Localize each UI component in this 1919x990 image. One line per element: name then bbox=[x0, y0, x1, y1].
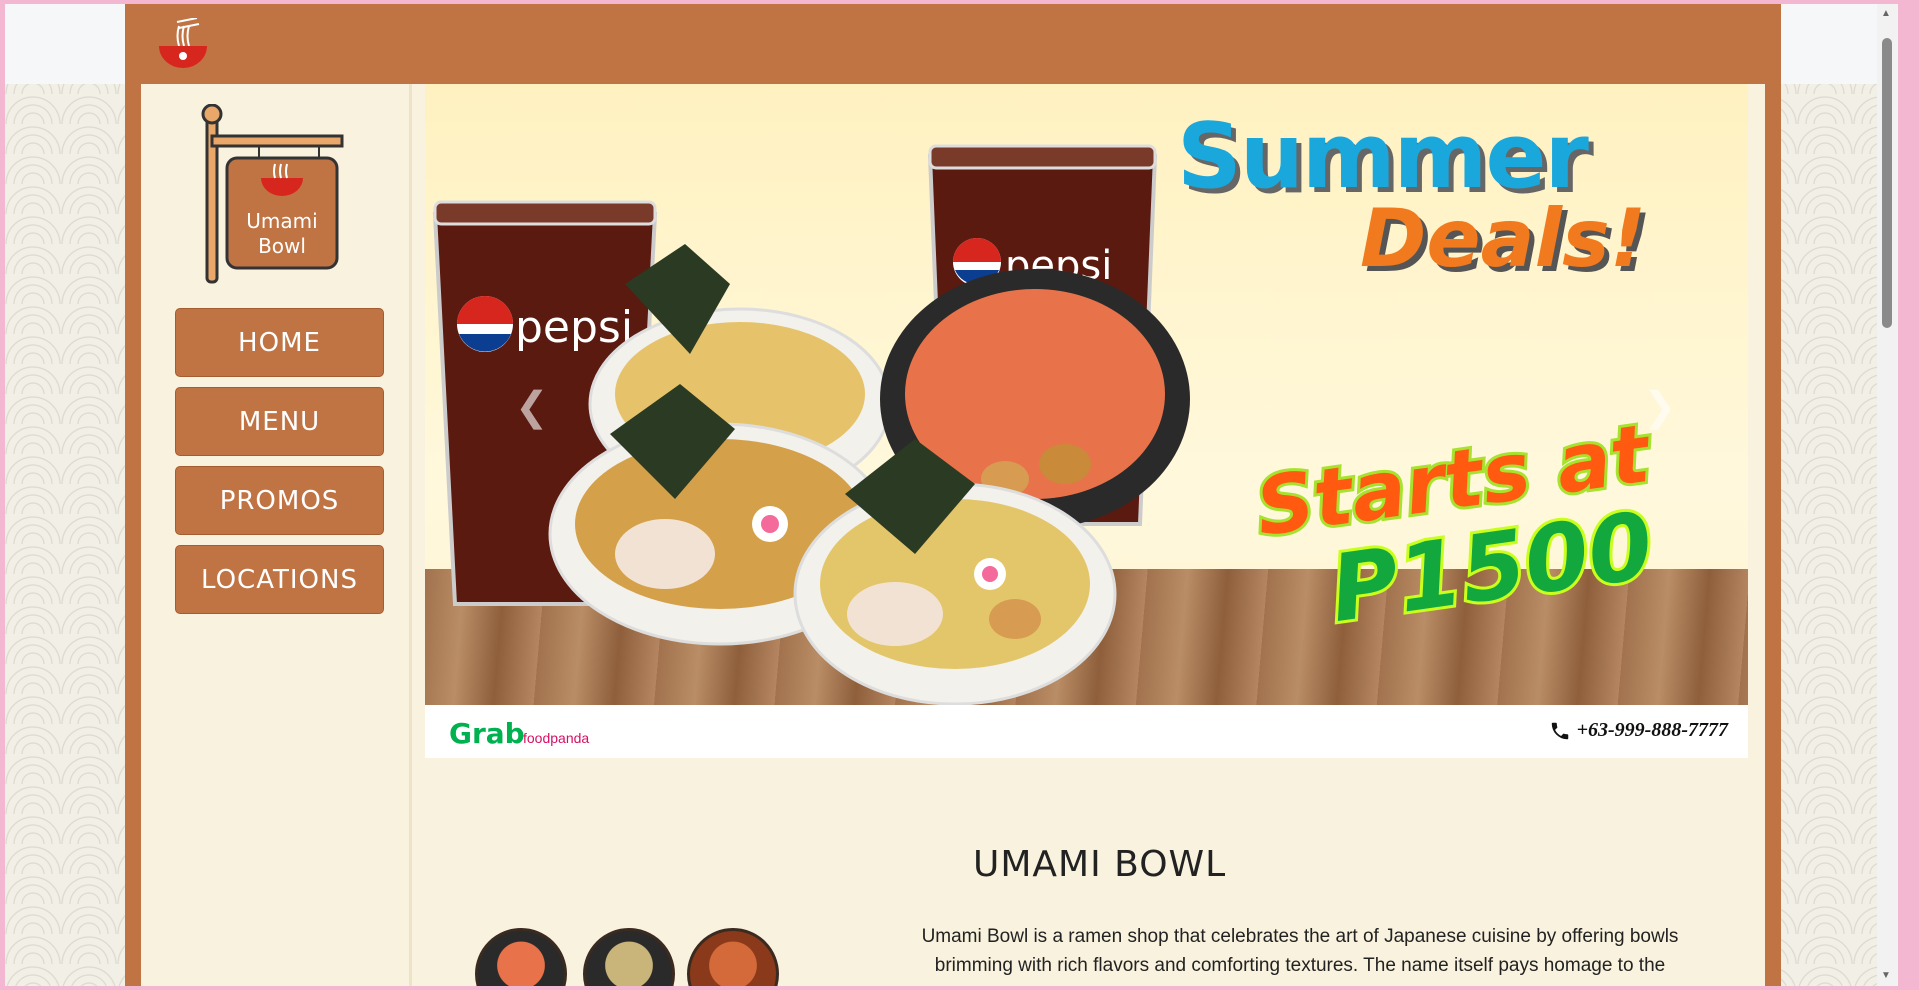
about-title: UMAMI BOWL bbox=[973, 844, 1227, 885]
banner-footer: Grab foodpanda +63-999-888-7777 bbox=[425, 705, 1748, 758]
chevron-right-icon[interactable]: ❯ bbox=[1643, 384, 1677, 430]
headline-deals: Deals! bbox=[1360, 192, 1647, 285]
nav-locations-button[interactable]: LOCATIONS bbox=[175, 545, 384, 614]
page-viewport: Umami Bowl HOME MENU PROMOS LOCATIONS pe… bbox=[5, 4, 1898, 986]
phone-contact: +63-999-888-7777 bbox=[1549, 719, 1728, 742]
pepsi-label: pepsi bbox=[515, 302, 633, 353]
umami-bowl-sign-logo[interactable]: Umami Bowl bbox=[199, 104, 349, 284]
ramen-bowl-icon[interactable] bbox=[157, 18, 209, 74]
nav-promos-button[interactable]: PROMOS bbox=[175, 466, 384, 535]
scroll-up-icon[interactable]: ▲ bbox=[1881, 8, 1891, 19]
phone-icon bbox=[1551, 722, 1568, 739]
promo-carousel[interactable]: pepsi pepsi Summer Deals! Starts at P150… bbox=[425, 84, 1748, 758]
nav-home-button[interactable]: HOME bbox=[175, 308, 384, 377]
sign-name-line2: Bowl bbox=[258, 234, 306, 258]
scroll-down-icon[interactable]: ▼ bbox=[1881, 970, 1891, 981]
chevron-left-icon[interactable]: ❮ bbox=[515, 384, 549, 430]
sign-name-line1: Umami bbox=[246, 209, 317, 233]
phone-number: +63-999-888-7777 bbox=[1576, 719, 1728, 741]
nav-menu-button[interactable]: MENU bbox=[175, 387, 384, 456]
page-scrollbar[interactable]: ▲ ▼ bbox=[1877, 4, 1898, 986]
about-description: Umami Bowl is a ramen shop that celebrat… bbox=[921, 926, 1679, 976]
grab-logo: Grab bbox=[449, 717, 525, 750]
foodpanda-logo: foodpanda bbox=[523, 730, 590, 746]
scroll-thumb[interactable] bbox=[1882, 38, 1892, 328]
